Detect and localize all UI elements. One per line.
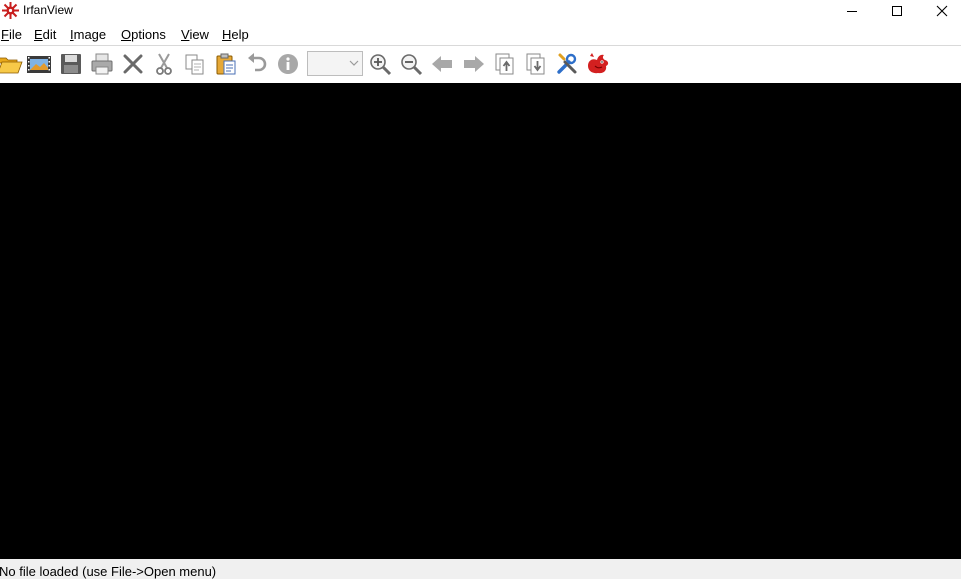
maximize-button[interactable]: [874, 0, 919, 22]
menu-label: dit: [42, 27, 57, 42]
menu-label: ile: [8, 27, 22, 42]
save-button[interactable]: [57, 50, 85, 78]
cut-button[interactable]: [150, 50, 178, 78]
irfanview-app-icon: [2, 2, 19, 19]
zoom-dropdown[interactable]: [307, 51, 363, 76]
close-icon: [936, 5, 947, 17]
undo-icon: [248, 53, 267, 72]
window-title: IrfanView: [23, 3, 73, 17]
maximize-icon: [891, 6, 902, 16]
undo-button[interactable]: [243, 50, 271, 78]
copy-button[interactable]: [181, 50, 209, 78]
title-bar[interactable]: IrfanView: [0, 0, 961, 22]
minimize-button[interactable]: [829, 0, 874, 22]
info-button[interactable]: [274, 50, 302, 78]
save-icon: [61, 54, 81, 74]
properties-button[interactable]: [553, 50, 581, 78]
close-button[interactable]: [919, 0, 961, 22]
delete-button[interactable]: [119, 50, 147, 78]
next-icon: [464, 56, 484, 72]
first-page-icon: [495, 53, 514, 75]
cut-icon: [156, 53, 172, 75]
previous-icon: [432, 56, 452, 72]
delete-icon: [123, 54, 143, 74]
print-button[interactable]: [88, 50, 116, 78]
menu-edit[interactable]: Edit: [34, 27, 56, 42]
menu-accel: E: [34, 27, 43, 42]
irfanview-logo-icon: [588, 53, 609, 74]
info-icon: [278, 54, 298, 74]
menu-accel: O: [121, 27, 132, 42]
menu-label: elp: [231, 27, 249, 42]
menu-help[interactable]: Help: [222, 27, 249, 42]
first-page-button[interactable]: [491, 50, 519, 78]
properties-icon: [557, 53, 577, 74]
previous-file-button[interactable]: [428, 50, 456, 78]
status-message: No file loaded (use File->Open menu): [0, 564, 217, 579]
zoom-in-button[interactable]: [366, 50, 394, 78]
zoom-out-icon: [401, 54, 423, 76]
menu-file[interactable]: File: [1, 27, 22, 42]
zoom-in-icon: [370, 54, 392, 76]
paste-icon: [216, 53, 236, 75]
copy-icon: [185, 54, 204, 75]
menu-accel: H: [222, 27, 232, 42]
open-button[interactable]: [0, 50, 24, 78]
menu-label: ptions: [131, 27, 166, 42]
image-canvas[interactable]: [0, 83, 961, 559]
menu-options[interactable]: Options: [121, 27, 166, 42]
print-icon: [91, 53, 113, 75]
slideshow-icon: [27, 56, 51, 73]
menu-view[interactable]: View: [181, 27, 209, 42]
paste-button[interactable]: [212, 50, 240, 78]
toolbar: [0, 45, 961, 84]
menu-accel: F: [1, 27, 9, 42]
slideshow-button[interactable]: [25, 50, 53, 78]
status-bar: No file loaded (use File->Open menu): [0, 559, 961, 579]
menu-label: mage: [73, 27, 107, 42]
chevron-down-icon: [349, 60, 359, 66]
menu-bar: File Edit Image Options View Help: [0, 25, 961, 45]
last-page-button[interactable]: [522, 50, 550, 78]
zoom-out-button[interactable]: [397, 50, 425, 78]
next-file-button[interactable]: [460, 50, 488, 78]
last-page-icon: [526, 53, 545, 75]
about-button[interactable]: [584, 50, 612, 78]
minimize-icon: [846, 11, 857, 12]
menu-image[interactable]: Image: [70, 27, 106, 42]
menu-label: iew: [189, 27, 209, 42]
open-folder-icon: [0, 57, 23, 74]
